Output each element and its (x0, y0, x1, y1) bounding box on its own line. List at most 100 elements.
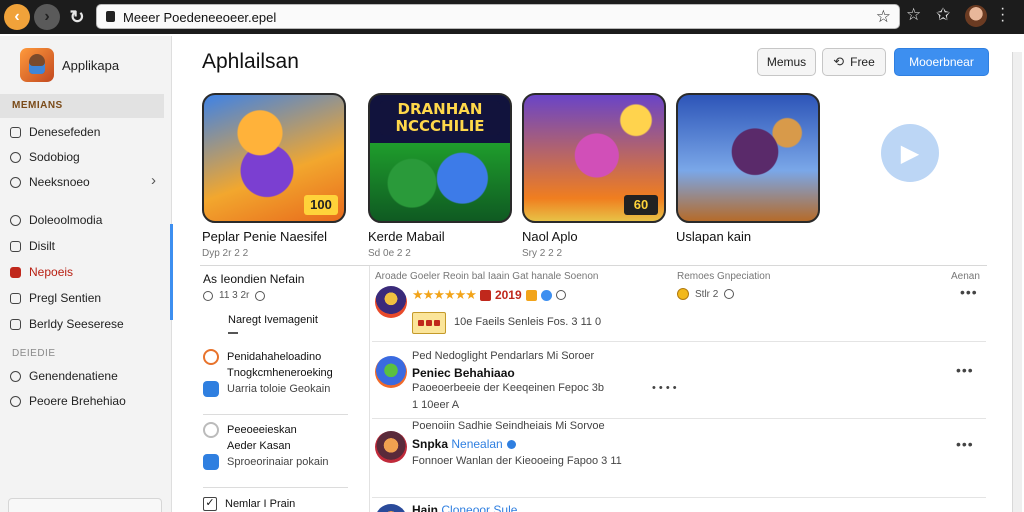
badge-icon (525, 289, 537, 301)
sidebar-item-expandable[interactable]: Neeksnoeo › (10, 172, 162, 192)
list-separator (203, 487, 348, 488)
sidebar-item-active[interactable]: Nepoeis (10, 262, 162, 282)
feed-context: Poenoiin Sadhie Seindheiais Mi Sorvoe (412, 420, 605, 432)
feed-separator (372, 341, 986, 342)
game-artwork[interactable] (676, 93, 820, 223)
feed-header-column: Aenan (951, 271, 980, 282)
info-panel-subtitle[interactable]: Naregt Ivemagenit (228, 314, 318, 326)
page-title: Aphlailsan (202, 50, 299, 73)
circle-icon (10, 151, 21, 163)
game-card[interactable]: 100 Peplar Penie Naesifel Dyp 2r 2 2 (202, 93, 346, 259)
sidebar-section-main[interactable]: MEMIANS (0, 94, 164, 118)
badge-icon (479, 289, 491, 301)
game-title[interactable]: Uslapan kain (676, 229, 820, 244)
more-options-icon[interactable]: ••• (960, 284, 978, 300)
game-card[interactable]: 60 Naol Aplo Sry 2 2 2 (522, 93, 666, 259)
sidebar-item[interactable]: Sodobiog (10, 147, 162, 167)
avatar[interactable] (375, 286, 407, 318)
page-scrollbar[interactable] (1012, 52, 1022, 512)
game-card[interactable]: DRANHAN NCCCHILIE Kerde Mabail Sd 0e 2 2 (368, 93, 512, 259)
feed-text: 1 10eer A (412, 399, 460, 411)
avatar[interactable] (375, 504, 407, 512)
feed-author[interactable]: Hain Cloneoor Sule (412, 503, 517, 512)
sidebar-item[interactable]: Peoere Brehehiao (10, 391, 162, 411)
game-title[interactable]: Peplar Penie Naesifel (202, 229, 346, 244)
checkbox-icon (10, 318, 21, 330)
more-options-icon[interactable]: ••• (956, 436, 974, 452)
sidebar-item[interactable]: Doleoolmodia (10, 210, 162, 230)
game-artwork[interactable]: 100 (202, 93, 346, 223)
checkbox-icon[interactable]: ✓ (203, 497, 217, 511)
sidebar-item[interactable]: Disilt (10, 236, 162, 256)
feed-header: Aroade Goeler Reoin bal Iaain Gat hanale… (375, 271, 599, 282)
feed-header-column: Remoes Gnpeciation (677, 271, 771, 282)
game-title[interactable]: Naol Aplo (522, 229, 666, 244)
attachment-thumbnail[interactable] (412, 312, 446, 334)
url-text[interactable]: Meeer Poedeneeoeer.epel (123, 10, 276, 25)
pin-star-icon[interactable]: ☆ (906, 5, 921, 25)
game-badge: 100 (304, 195, 338, 215)
back-arrow-icon[interactable]: ‹ (4, 4, 30, 30)
author-link[interactable]: Nenealan (451, 437, 502, 451)
lock-icon (106, 11, 115, 22)
app-name: Applikapa (62, 57, 120, 73)
primary-action-button[interactable]: Mooerbnear (894, 48, 989, 76)
app-icon (203, 381, 219, 397)
app-brand[interactable]: Applikapa (20, 48, 119, 82)
document-icon (10, 240, 21, 252)
circle-icon (10, 176, 21, 188)
game-badge: 60 (624, 195, 658, 215)
list-icon (10, 126, 21, 138)
favorites-icon[interactable]: ✩ (936, 5, 950, 25)
author-link[interactable]: Cloneoor Sule (441, 503, 517, 512)
info-icon (255, 290, 266, 301)
badge-icon (540, 289, 552, 301)
feed-author[interactable]: Snpka Nenealan (412, 437, 516, 451)
verified-icon (506, 440, 516, 450)
check-circle-icon (203, 422, 219, 438)
more-options-icon[interactable]: ••• (956, 362, 974, 378)
address-bar[interactable]: Meeer Poedeneeoeer.epel ☆ (96, 4, 900, 29)
info-icon (555, 290, 566, 300)
sidebar-item[interactable]: Denesefeden (10, 122, 162, 142)
feed-separator (372, 497, 986, 498)
app-icon (203, 454, 219, 470)
game-card[interactable]: Uslapan kain (676, 93, 820, 244)
forward-arrow-icon[interactable]: › (34, 4, 60, 30)
clock-icon (10, 214, 21, 226)
list-item[interactable]: Penidahaheloadino Tnogkcmheneroeking Uar… (203, 349, 353, 397)
game-logo-banner: DRANHAN NCCCHILIE (380, 101, 500, 135)
feed-text: Fonnoer Wanlan der Kieooeing Fapoo 3 11 (412, 455, 622, 467)
rating-row: ★★★★★★ 2019 (412, 287, 566, 303)
sidebar-item[interactable]: Pregl Sentien (10, 288, 162, 308)
sidebar-item[interactable]: Genendenatiene (10, 366, 162, 386)
game-title[interactable]: Kerde Mabail (368, 229, 512, 244)
menus-button[interactable]: Memus (757, 48, 816, 76)
link-icon: ⟲ (833, 54, 845, 69)
list-item[interactable]: Peeoeeieskan Aeder Kasan Sproeorinaiar p… (203, 422, 353, 470)
avatar[interactable] (375, 356, 407, 388)
sidebar: Applikapa MEMIANS Denesefeden Sodobiog N… (0, 36, 172, 512)
bookmark-star-icon[interactable]: ☆ (876, 7, 891, 27)
free-button[interactable]: ⟲ Free (822, 48, 886, 76)
list-item[interactable]: ✓ Nemlar I Prain (203, 496, 353, 512)
circle-icon (10, 370, 21, 382)
feed-meta: Stlr 2 (677, 288, 735, 300)
game-artwork[interactable]: 60 (522, 93, 666, 223)
game-artwork[interactable]: DRANHAN NCCCHILIE (368, 93, 512, 223)
column-divider (369, 266, 370, 512)
carousel-next-icon[interactable]: ▶ (881, 124, 939, 182)
sidebar-section-secondary: DEIEDIE (12, 348, 56, 359)
avatar[interactable] (375, 431, 407, 463)
sidebar-footer-button[interactable] (8, 498, 162, 512)
year-tag: 2019 (494, 288, 522, 302)
more-menu-icon[interactable]: · · · (1000, 1, 1005, 29)
profile-avatar[interactable] (965, 5, 987, 27)
feed-author[interactable]: Peniec Behahiaao (412, 366, 515, 380)
browser-toolbar: ‹ › ↻ Meeer Poedeneeoeer.epel ☆ ☆ ✩ · · · (0, 0, 1024, 34)
sidebar-item[interactable]: Berldy Seeserese (10, 314, 162, 334)
square-icon (10, 292, 21, 304)
settings-icon (10, 395, 21, 407)
game-subtitle: Dyp 2r 2 2 (202, 248, 249, 259)
reload-icon[interactable]: ↻ (64, 4, 90, 30)
